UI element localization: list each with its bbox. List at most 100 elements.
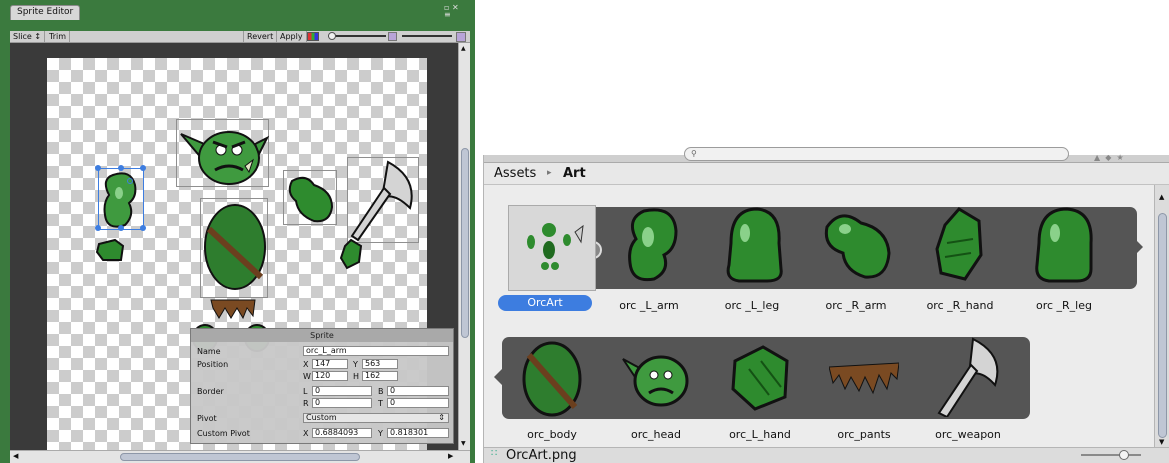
height-field[interactable]: 162	[362, 371, 398, 381]
pivot-y-field[interactable]: 0.818301	[387, 428, 449, 438]
window-controls[interactable]: ▫ ✕ ≡	[444, 3, 459, 19]
orc-weapon-label: orc_weapon	[935, 428, 1001, 441]
handle-bottom-right[interactable]	[140, 225, 146, 231]
border-t-field[interactable]: 0	[387, 398, 449, 408]
orc-r-arm-image	[288, 176, 334, 223]
scroll-down-icon[interactable]: ▼	[1159, 438, 1164, 446]
handle-bottom-left[interactable]	[95, 225, 101, 231]
orcart-label: OrcArt	[498, 295, 592, 311]
favorite-icon[interactable]: ★	[1117, 153, 1124, 162]
handle-top-left[interactable]	[95, 165, 101, 171]
breadcrumb-assets[interactable]: Assets	[494, 166, 536, 181]
close-icon[interactable]: ✕	[452, 3, 459, 12]
name-field[interactable]: orc_L_arm	[303, 346, 449, 356]
asset-item-orc-l-arm[interactable]: orc _L_arm	[599, 203, 699, 315]
orc-axe-image	[350, 160, 413, 242]
pivot-x-label: X	[303, 429, 309, 438]
position-x-field[interactable]: 147	[312, 359, 348, 369]
dropdown-arrow-icon: ⇕	[438, 413, 445, 422]
orc-body-label: orc_body	[527, 428, 577, 441]
filter-type-icon[interactable]: ▲	[1094, 153, 1100, 162]
strip-start-arrow	[494, 369, 502, 385]
asset-item-orc-r-hand[interactable]: orc _R_hand	[910, 203, 1010, 315]
breadcrumb-art[interactable]: Art	[563, 166, 586, 181]
horizontal-scroll-thumb[interactable]	[120, 453, 360, 461]
horizontal-scrollbar[interactable]: ◀ ▶	[10, 450, 470, 463]
thumbnail-size-knob[interactable]	[1119, 450, 1129, 460]
asset-item-orc-l-leg[interactable]: orc _L_leg	[702, 203, 802, 315]
asset-item-orc-l-hand[interactable]: orc_L_hand	[710, 337, 810, 447]
asset-item-orcart[interactable]: OrcArt	[489, 203, 596, 315]
asset-item-orc-body[interactable]: orc_body	[502, 337, 602, 447]
border-b-field[interactable]: 0	[387, 386, 449, 396]
project-vertical-scrollbar[interactable]: ▲ ▼	[1154, 185, 1169, 447]
scroll-right-icon[interactable]: ▶	[448, 452, 453, 460]
thumbnail-size-slider[interactable]	[1081, 450, 1141, 460]
body-sprite-icon	[522, 341, 582, 417]
panel-title: Sprite	[191, 329, 453, 342]
apply-button[interactable]: Apply	[277, 31, 307, 42]
project-scroll-thumb[interactable]	[1158, 213, 1167, 438]
border-l-label: L	[303, 387, 308, 396]
scroll-up-icon[interactable]: ▲	[1159, 193, 1164, 201]
orc-body-image	[204, 204, 266, 290]
width-field[interactable]: 120	[312, 371, 348, 381]
handle-top[interactable]	[118, 165, 124, 171]
asset-item-orc-r-leg[interactable]: orc _R_leg	[1014, 203, 1114, 315]
revert-button[interactable]: Revert	[243, 31, 278, 42]
border-r-field[interactable]: 0	[312, 398, 372, 408]
mip-slider[interactable]	[402, 33, 452, 38]
sprite-editor-toolbar: Slice ↕ Trim Revert Apply	[10, 31, 470, 43]
project-browser: ⚲ ▲ ◆ ★ Assets ▸ Art ◀	[483, 147, 1169, 463]
border-t-label: T	[378, 399, 383, 408]
vertical-scrollbar[interactable]: ▲ ▼	[458, 43, 470, 450]
orc-head-image	[180, 131, 270, 185]
asset-item-orc-pants[interactable]: orc_pants	[814, 337, 914, 447]
vertical-scroll-thumb[interactable]	[461, 148, 469, 338]
sprite-rect-weapon[interactable]	[347, 157, 419, 243]
strip-end-arrow	[1135, 239, 1143, 255]
sprite-rect-body[interactable]	[200, 198, 268, 298]
asset-item-orc-r-arm[interactable]: orc _R_arm	[806, 203, 906, 315]
zoom-slider-knob[interactable]	[328, 32, 336, 40]
border-l-field[interactable]: 0	[312, 386, 372, 396]
y-label: Y	[353, 360, 358, 369]
trim-button[interactable]: Trim	[46, 31, 71, 42]
position-label: Position	[197, 360, 229, 369]
label-icon[interactable]: ◆	[1105, 153, 1111, 162]
pants-sprite-icon	[829, 362, 899, 395]
pivot-dropdown[interactable]: Custom ⇕	[303, 413, 449, 423]
pivot-handle[interactable]	[127, 178, 133, 184]
x-label: X	[303, 360, 309, 369]
scroll-down-icon[interactable]: ▼	[461, 440, 466, 447]
sprite-rect-l-arm[interactable]	[95, 165, 146, 231]
sprite-rect-head[interactable]	[176, 119, 270, 187]
orc-l-hand-label: orc_L_hand	[729, 428, 791, 441]
arm-sprite-icon	[824, 214, 891, 279]
asset-item-orc-head[interactable]: orc_head	[606, 337, 706, 447]
filter-buttons[interactable]: ▲ ◆ ★	[1094, 153, 1124, 162]
asset-item-orc-weapon[interactable]: orc_weapon	[918, 337, 1018, 447]
handle-top-right[interactable]	[140, 165, 146, 171]
orcart-thumbnail	[508, 205, 596, 291]
name-label: Name	[197, 347, 221, 356]
search-input[interactable]: ⚲	[684, 147, 1069, 161]
sprite-properties-panel: Sprite Name orc_L_arm Position X 147 Y 5…	[190, 328, 454, 444]
scroll-up-icon[interactable]: ▲	[461, 45, 466, 52]
axe-sprite-icon	[937, 337, 999, 417]
color-channel-icon[interactable]	[307, 32, 319, 41]
asset-grid[interactable]: ◀ OrcArt orc _L_arm orc _L_leg	[484, 185, 1154, 447]
position-y-field[interactable]: 563	[362, 359, 398, 369]
scroll-left-icon[interactable]: ◀	[13, 452, 18, 460]
zoom-slider[interactable]	[328, 32, 386, 40]
border-label: Border	[197, 387, 224, 396]
pivot-x-field[interactable]: 0.6884093	[312, 428, 372, 438]
orc-sprite-sheet-thumbnail-icon	[527, 223, 584, 270]
sprite-editor-tab[interactable]: Sprite Editor	[10, 5, 80, 20]
slice-button[interactable]: Slice ↕	[10, 31, 46, 42]
window-menu-icon[interactable]: ≡	[444, 10, 451, 19]
sprite-canvas[interactable]: Sprite Name orc_L_arm Position X 147 Y 5…	[10, 43, 458, 450]
sprite-rect-r-arm[interactable]	[283, 170, 337, 225]
handle-bottom[interactable]	[118, 225, 124, 231]
breadcrumb: Assets ▸ Art	[484, 163, 1169, 185]
